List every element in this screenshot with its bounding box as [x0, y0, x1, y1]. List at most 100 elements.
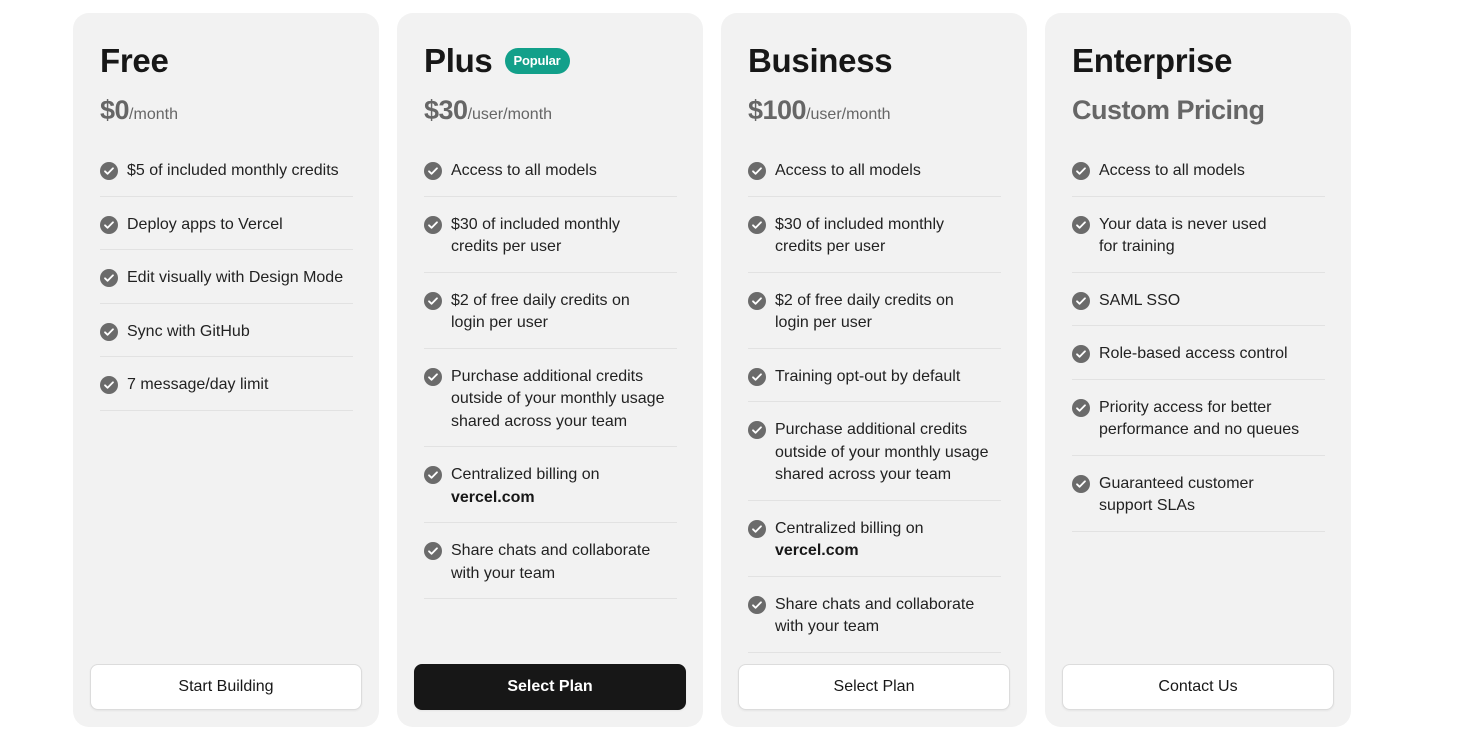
feature-text: Centralized billing on vercel.com — [451, 464, 600, 509]
plan-price: $0 — [100, 95, 130, 125]
pricing-cards: Free $0 /month $5 of included monthly cr… — [73, 13, 1351, 727]
plan-title-row: Business — [748, 41, 1001, 81]
check-circle-icon — [424, 367, 442, 386]
plan-card-plus: Plus Popular $30 /user/month Access to a… — [397, 13, 703, 727]
feature-item: Sync with GitHub — [100, 304, 353, 357]
plan-price: Custom Pricing — [1072, 95, 1265, 125]
check-circle-icon — [748, 367, 766, 386]
plan-header: Business $100 /user/month — [748, 41, 1001, 127]
check-circle-icon — [1072, 215, 1090, 234]
feature-item: Training opt-out by default — [748, 349, 1001, 402]
check-circle-icon — [1072, 291, 1090, 310]
feature-item: $2 of free daily credits on login per us… — [424, 273, 677, 349]
feature-item: Purchase additional credits outside of y… — [424, 349, 677, 447]
vercel-link[interactable]: vercel.com — [775, 542, 859, 559]
feature-text: Sync with GitHub — [127, 322, 250, 340]
feature-text: SAML SSO — [1099, 291, 1181, 309]
feature-item: Access to all models — [1072, 154, 1325, 197]
feature-item: $30 of included monthly credits per user — [748, 197, 1001, 273]
feature-list: Access to all models $30 of included mon… — [424, 154, 677, 599]
check-circle-icon — [424, 215, 442, 234]
check-circle-icon — [100, 322, 118, 341]
plan-price: $100 — [748, 95, 807, 125]
feature-item: Share chats and collaborate with your te… — [424, 523, 677, 599]
feature-item: Edit visually with Design Mode — [100, 250, 353, 304]
check-circle-icon — [100, 376, 118, 394]
select-plan-button[interactable]: Select Plan — [738, 664, 1010, 710]
feature-item: Access to all models — [424, 154, 677, 197]
feature-text: $30 of included monthly credits per user — [451, 215, 620, 256]
plan-name: Enterprise — [1072, 42, 1233, 79]
plan-card-business: Business $100 /user/month Access to all … — [721, 13, 1027, 727]
feature-text: Access to all models — [451, 162, 597, 179]
start-building-button[interactable]: Start Building — [90, 664, 362, 710]
contact-us-button[interactable]: Contact Us — [1062, 664, 1334, 710]
check-circle-icon — [424, 162, 442, 180]
feature-list: Access to all models Your data is never … — [1072, 154, 1325, 532]
check-circle-icon — [1072, 162, 1090, 180]
plan-price-row: $30 /user/month — [424, 95, 677, 127]
plan-card-free: Free $0 /month $5 of included monthly cr… — [73, 13, 379, 727]
check-circle-icon — [1072, 345, 1090, 363]
plan-period: /user/month — [467, 106, 553, 123]
feature-list: $5 of included monthly credits Deploy ap… — [100, 154, 353, 411]
plan-name: Plus — [424, 42, 493, 79]
check-circle-icon — [748, 421, 766, 439]
feature-text: Purchase additional credits outside of y… — [775, 421, 989, 483]
select-plan-button[interactable]: Select Plan — [414, 664, 686, 710]
feature-item: $5 of included monthly credits — [100, 154, 353, 197]
feature-text: Purchase additional credits outside of y… — [451, 367, 665, 430]
plan-name: Business — [748, 42, 893, 79]
check-circle-icon — [1072, 398, 1090, 417]
check-circle-icon — [1072, 474, 1090, 493]
feature-item: Centralized billing on vercel.com — [424, 447, 677, 523]
billing-text: Centralized billing on — [451, 466, 600, 483]
feature-item: Centralized billing on vercel.com — [748, 501, 1001, 577]
check-circle-icon — [424, 291, 442, 310]
feature-text: $30 of included monthly credits per user — [775, 215, 944, 256]
check-circle-icon — [100, 215, 118, 234]
vercel-link[interactable]: vercel.com — [451, 489, 535, 506]
plan-header: Plus Popular $30 /user/month — [424, 41, 677, 127]
feature-item: Priority access for better performance a… — [1072, 380, 1325, 456]
plan-price-row: Custom Pricing — [1072, 95, 1325, 127]
plan-title-row: Free — [100, 41, 353, 81]
feature-item: Purchase additional credits outside of y… — [748, 402, 1001, 501]
feature-item: Role-based access control — [1072, 326, 1325, 380]
feature-list: Access to all models $30 of included mon… — [748, 154, 1001, 653]
feature-text: Access to all models — [775, 162, 921, 179]
feature-text: $2 of free daily credits on login per us… — [451, 291, 630, 332]
check-circle-icon — [100, 162, 118, 180]
feature-item: Share chats and collaborate with your te… — [748, 577, 1001, 653]
check-circle-icon — [748, 595, 766, 614]
feature-text: Centralized billing on vercel.com — [775, 518, 924, 563]
feature-item: Guaranteed customer support SLAs — [1072, 456, 1325, 532]
check-circle-icon — [748, 215, 766, 234]
plan-price-row: $100 /user/month — [748, 95, 1001, 127]
feature-text: Edit visually with Design Mode — [127, 269, 344, 286]
plan-name: Free — [100, 42, 169, 79]
feature-item: $2 of free daily credits on login per us… — [748, 273, 1001, 349]
feature-text: Guaranteed customer support SLAs — [1099, 474, 1254, 515]
feature-text: $2 of free daily credits on login per us… — [775, 291, 954, 332]
feature-text: Role-based access control — [1099, 345, 1288, 362]
billing-text: Centralized billing on — [775, 519, 924, 537]
feature-text: $5 of included monthly credits — [127, 162, 339, 179]
check-circle-icon — [424, 466, 442, 484]
plan-header: Enterprise Custom Pricing — [1072, 41, 1325, 127]
feature-text: Share chats and collaborate with your te… — [775, 595, 975, 636]
plan-card-enterprise: Enterprise Custom Pricing Access to all … — [1045, 13, 1351, 727]
check-circle-icon — [424, 542, 442, 560]
plan-title-row: Plus Popular — [424, 41, 677, 81]
feature-item: $30 of included monthly credits per user — [424, 197, 677, 273]
check-circle-icon — [100, 269, 118, 287]
plan-period: /month — [129, 106, 178, 123]
feature-text: Your data is never used for training — [1099, 215, 1267, 256]
plan-price-row: $0 /month — [100, 95, 353, 127]
feature-item: 7 message/day limit — [100, 357, 353, 411]
plan-title-row: Enterprise — [1072, 41, 1325, 81]
feature-text: Priority access for better performance a… — [1099, 398, 1300, 439]
feature-text: Training opt-out by default — [775, 367, 961, 385]
feature-text: Access to all models — [1099, 162, 1245, 179]
feature-item: Access to all models — [748, 154, 1001, 197]
